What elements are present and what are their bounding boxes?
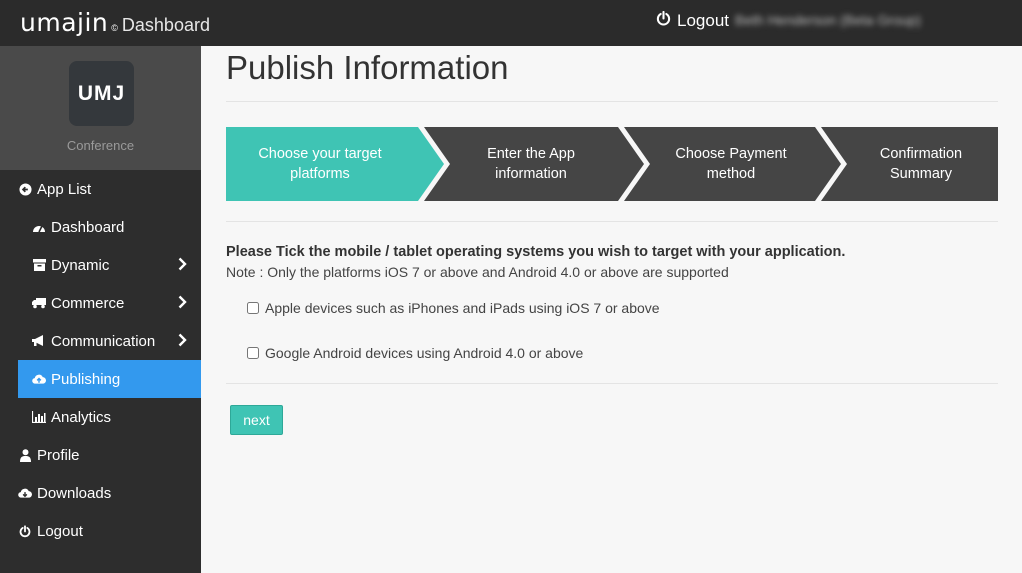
header-logout-label: Logout <box>677 11 729 30</box>
app-logo-panel: UMJ Conference <box>0 46 201 170</box>
next-button[interactable]: next <box>230 405 283 435</box>
step-confirmation-summary[interactable]: Confirmation Summary <box>836 127 1006 201</box>
chevron-right-icon <box>178 257 187 275</box>
sidebar-item-label: Analytics <box>51 408 112 426</box>
step-payment-method[interactable]: Choose Payment method <box>636 127 826 201</box>
arrow-circle-left-icon <box>18 182 32 196</box>
sidebar-item-commerce[interactable]: Commerce <box>18 284 201 322</box>
option-apple[interactable]: Apple devices such as iPhones and iPads … <box>247 300 660 316</box>
cloud-upload-icon <box>32 372 46 386</box>
sidebar-item-label: Communication <box>51 332 156 350</box>
step-line: Summary <box>889 166 953 182</box>
truck-icon <box>32 296 46 310</box>
sidebar-item-label: Publishing <box>51 370 121 388</box>
tachometer-icon <box>32 220 46 234</box>
divider <box>226 221 998 222</box>
step-line: method <box>706 166 756 182</box>
cloud-download-icon <box>18 486 32 500</box>
sidebar-item-profile[interactable]: Profile <box>18 436 201 474</box>
sidebar-item-analytics[interactable]: Analytics <box>18 398 201 436</box>
divider <box>226 101 998 102</box>
step-line: platforms <box>290 166 350 182</box>
sidebar-item-communication[interactable]: Communication <box>18 322 201 360</box>
step-line: Choose Payment <box>675 146 787 162</box>
app-name: Dashboard <box>121 15 210 35</box>
app-logo-caption: Conference <box>66 138 135 153</box>
app-logo[interactable]: UMJ <box>69 61 134 126</box>
sidebar-item-label: Dynamic <box>51 256 110 274</box>
sidebar-item-label: Downloads <box>37 484 112 502</box>
sidebar-item-dynamic[interactable]: Dynamic <box>18 246 201 284</box>
main-content: Publish Information Choose your target pl… <box>201 46 1022 573</box>
sidebar-item-label: Commerce <box>51 294 125 312</box>
note-text: Note : Only the platforms iOS 7 or above… <box>226 264 729 280</box>
user-name: Beth Henderson (Beta Group) <box>735 12 921 28</box>
chevron-right-icon <box>178 295 187 313</box>
sidebar-item-label: Profile <box>37 446 80 464</box>
step-line: information <box>495 166 567 182</box>
step-choose-platforms[interactable]: Choose your target platforms <box>226 127 414 201</box>
option-android[interactable]: Google Android devices using Android 4.0… <box>247 345 583 361</box>
instruction-text: Please Tick the mobile / tablet operatin… <box>226 244 846 260</box>
sidebar-item-publishing[interactable]: Publishing <box>18 360 201 398</box>
sidebar-item-logout[interactable]: Logout <box>18 512 201 550</box>
step-line: Enter the App <box>487 146 575 162</box>
user-icon <box>18 448 32 462</box>
option-label: Apple devices such as iPhones and iPads … <box>265 300 660 316</box>
step-app-information[interactable]: Enter the App information <box>436 127 626 201</box>
divider <box>226 383 998 384</box>
bar-chart-icon <box>32 410 46 424</box>
power-icon <box>656 10 671 31</box>
brand-mark: © <box>111 23 118 33</box>
bullhorn-icon <box>32 334 46 348</box>
android-checkbox[interactable] <box>247 347 259 359</box>
option-label: Google Android devices using Android 4.0… <box>265 345 584 361</box>
power-icon <box>18 524 32 538</box>
sidebar-item-label: App List <box>37 180 92 198</box>
wizard-steps: Choose your target platforms Enter the Ap… <box>226 127 998 201</box>
sidebar-item-label: Logout <box>37 522 83 540</box>
sidebar: UMJ Conference App List Dashboard Dynami… <box>0 46 201 573</box>
apple-checkbox[interactable] <box>247 302 259 314</box>
sidebar-item-dashboard[interactable]: Dashboard <box>18 208 201 246</box>
brand[interactable]: umajin © Dashboard <box>20 8 210 37</box>
sidebar-item-label: Dashboard <box>51 218 125 236</box>
step-line: Choose your target <box>258 146 382 162</box>
chevron-right-icon <box>178 333 187 351</box>
step-line: Confirmation <box>879 146 963 162</box>
brand-logo: umajin <box>20 8 109 37</box>
top-bar: umajin © Dashboard Logout Beth Henderson… <box>0 0 1022 46</box>
sidebar-item-app-list[interactable]: App List <box>18 170 201 208</box>
archive-icon <box>32 258 46 272</box>
page-title: Publish Information <box>226 49 509 86</box>
header-logout-button[interactable]: Logout <box>656 10 729 31</box>
sidebar-item-downloads[interactable]: Downloads <box>18 474 201 512</box>
